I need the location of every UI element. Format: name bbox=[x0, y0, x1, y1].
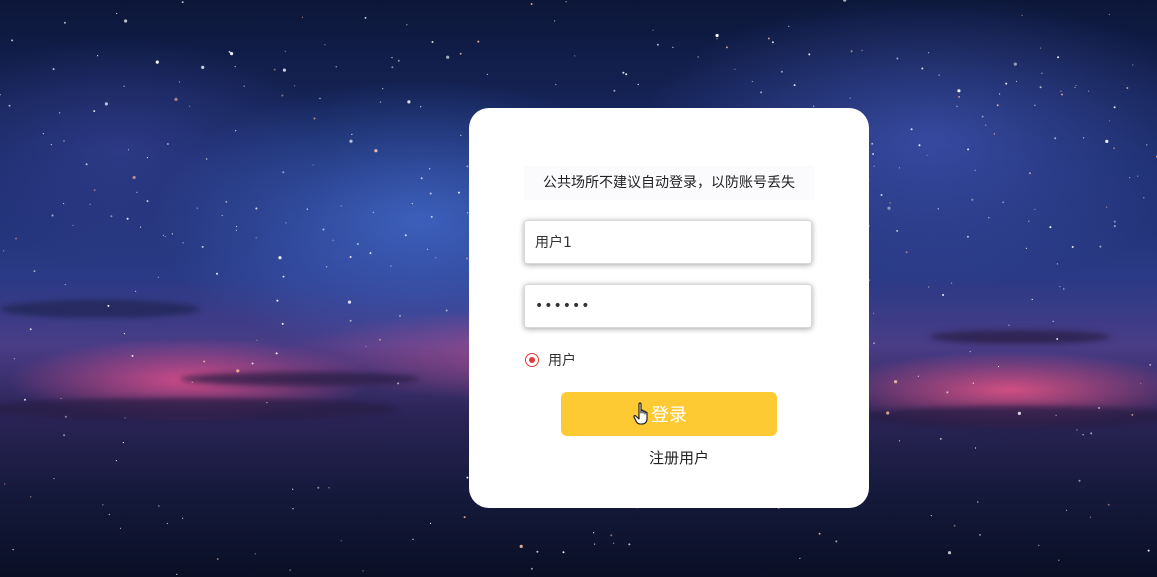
hand-pointer-icon bbox=[633, 402, 648, 425]
radio-button[interactable] bbox=[525, 353, 539, 367]
role-radio-user[interactable]: 用户 bbox=[525, 351, 576, 369]
login-button-label: 登录 bbox=[651, 405, 687, 426]
password-input[interactable] bbox=[524, 284, 812, 328]
username-input[interactable] bbox=[524, 220, 812, 264]
login-button[interactable]: 登录 bbox=[561, 392, 777, 436]
radio-selected-dot bbox=[529, 357, 535, 363]
security-notice: 公共场所不建议自动登录，以防账号丢失 bbox=[524, 166, 814, 200]
role-label: 用户 bbox=[548, 353, 576, 369]
login-card: 公共场所不建议自动登录，以防账号丢失 用户 登录 注册用户 bbox=[469, 108, 869, 508]
register-link[interactable]: 注册用户 bbox=[469, 447, 889, 468]
